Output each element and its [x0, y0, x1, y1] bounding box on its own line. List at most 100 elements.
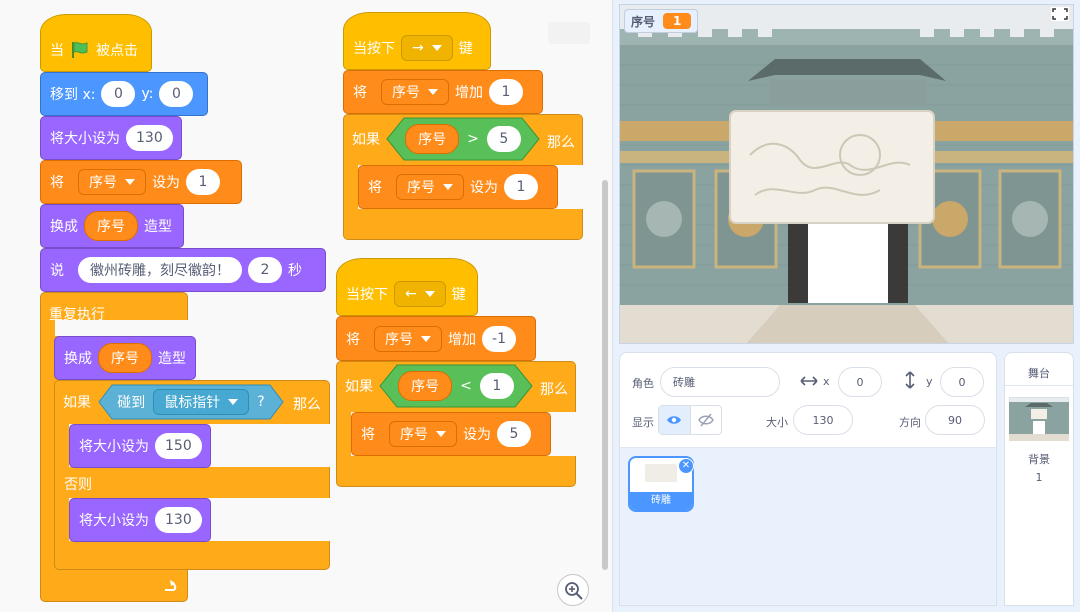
direction-field[interactable]: 90	[925, 405, 985, 435]
say-text-input[interactable]: 徽州砖雕，刻尽徽韵！	[78, 257, 242, 283]
value-input[interactable]: 1	[489, 79, 523, 105]
eye-slash-icon	[697, 413, 714, 427]
block-text: 如果	[345, 379, 373, 395]
vertical-scrollbar[interactable]	[602, 180, 608, 570]
variable-dropdown[interactable]: 序号	[381, 79, 449, 105]
variable-dropdown[interactable]: 序号	[396, 174, 464, 200]
y-input[interactable]: 0	[159, 81, 194, 107]
say-for-secs-block[interactable]: 说 徽州砖雕，刻尽徽韵！ 2 秒	[40, 248, 326, 292]
y-label: y	[926, 375, 933, 388]
block-text: 键	[458, 41, 473, 57]
show-label: 显示	[632, 416, 654, 429]
size-field[interactable]: 130	[793, 405, 853, 435]
dropdown-arrow-icon	[228, 399, 239, 405]
show-button[interactable]	[659, 406, 691, 434]
size-input[interactable]: 130	[126, 125, 173, 151]
operator-symbol: <	[460, 378, 472, 394]
y-field[interactable]: 0	[940, 367, 984, 397]
block-text: 移到 x:	[50, 87, 96, 103]
dropdown-arrow-icon	[443, 184, 453, 190]
code-area[interactable]: 当 被点击 移到 x: 0 y: 0 将大小设为 130 将 序号 设为 1 换…	[0, 0, 613, 612]
dropdown-text: 序号	[407, 180, 435, 196]
value-input[interactable]: 1	[479, 373, 514, 399]
backdrop-thumbnail[interactable]	[1009, 397, 1069, 441]
variable-reporter[interactable]: 序号	[98, 343, 152, 373]
value-input[interactable]: 1	[504, 174, 538, 200]
dropdown-arrow-icon	[436, 431, 446, 437]
key-dropdown[interactable]: ←	[394, 281, 446, 307]
less-than-content: 序号 < 1	[379, 364, 533, 408]
sprite-tile-name: 砖雕	[630, 492, 692, 510]
block-text: 将大小设为	[79, 513, 149, 529]
set-variable-block[interactable]: 将 序号 设为 1	[358, 165, 558, 209]
variable-reporter[interactable]: 序号	[84, 211, 138, 241]
zoom-in-button[interactable]	[557, 574, 589, 606]
inner-switch-costume-block[interactable]: 换成 序号 造型	[54, 336, 196, 380]
stage-canvas[interactable]: 序号 1	[619, 4, 1074, 344]
variable-dropdown[interactable]: 序号	[78, 169, 146, 195]
touch-target-dropdown[interactable]: 鼠标指针	[153, 389, 250, 415]
set-size-block[interactable]: 将大小设为 130	[40, 116, 182, 160]
switch-costume-block[interactable]: 换成 序号 造型	[40, 204, 184, 248]
block-text: 说	[50, 263, 64, 279]
size-input[interactable]: 130	[155, 507, 202, 533]
dropdown-text: 鼠标指针	[164, 395, 221, 411]
stage-selector-panel[interactable]: 舞台 背景 1	[1004, 352, 1074, 606]
block-text: 当	[50, 43, 64, 59]
block-text: 将	[361, 427, 375, 443]
block-text: 将	[346, 331, 360, 348]
block-text: 将大小设为	[79, 439, 149, 455]
block-text: 那么	[540, 382, 568, 398]
size-input[interactable]: 150	[155, 433, 202, 459]
sprite-properties: 角色 砖雕 x 0 y 0 显示 大小 130 方向 90	[620, 353, 996, 448]
block-text: 如果	[63, 395, 91, 411]
set-variable-block[interactable]: 将 序号 设为 1	[40, 160, 242, 204]
block-text: 设为	[152, 175, 180, 191]
when-left-key-pressed-block[interactable]: 当按下 ← 键	[336, 258, 478, 316]
forever-header[interactable]: 重复执行	[40, 292, 188, 336]
delete-sprite-icon[interactable]: ✕	[678, 458, 694, 474]
value-input[interactable]: 5	[486, 126, 521, 152]
variable-reporter[interactable]: 序号	[405, 124, 460, 154]
x-arrows-icon	[800, 376, 818, 386]
block-text: 当按下	[346, 287, 388, 303]
block-text: 设为	[470, 180, 498, 196]
change-variable-block[interactable]: 将 序号 增加 1	[343, 70, 543, 114]
when-flag-clicked-block[interactable]: 当 被点击	[40, 14, 152, 72]
variable-dropdown[interactable]: 序号	[374, 325, 442, 352]
seconds-input[interactable]: 2	[248, 257, 282, 283]
x-value: 0	[856, 375, 864, 389]
dropdown-arrow-icon	[428, 89, 438, 95]
set-size-130-block[interactable]: 将大小设为 130	[69, 498, 211, 542]
sprite-name-field[interactable]: 砖雕	[660, 367, 780, 397]
value-input[interactable]: 1	[186, 169, 220, 195]
goto-xy-block[interactable]: 移到 x: 0 y: 0	[40, 72, 208, 116]
when-right-key-pressed-block[interactable]: 当按下 → 键	[343, 12, 491, 70]
else-label: 否则	[64, 477, 92, 493]
value-input[interactable]: -1	[482, 325, 516, 352]
x-input[interactable]: 0	[101, 81, 136, 107]
dropdown-text: 序号	[400, 427, 428, 443]
set-size-150-block[interactable]: 将大小设为 150	[69, 424, 211, 468]
backdrop-label: 背景	[1028, 453, 1050, 466]
size-label: 大小	[766, 416, 788, 429]
greater-than-content: 序号 > 5	[386, 117, 540, 161]
block-text: 秒	[288, 263, 302, 279]
hide-button[interactable]	[691, 406, 722, 434]
set-variable-block[interactable]: 将 序号 设为 5	[351, 412, 551, 456]
fullscreen-icon[interactable]	[1051, 7, 1069, 21]
visibility-toggle	[658, 405, 722, 435]
x-field[interactable]: 0	[838, 367, 882, 397]
change-variable-block[interactable]: 将 序号 增加 -1	[336, 316, 536, 361]
value-input[interactable]: 5	[497, 421, 531, 447]
variable-monitor[interactable]: 序号 1	[624, 9, 699, 33]
variable-dropdown[interactable]: 序号	[389, 421, 457, 447]
block-text: 被点击	[96, 43, 138, 59]
variable-reporter[interactable]: 序号	[398, 371, 453, 401]
block-text: 将	[368, 180, 382, 196]
sprite-name-value: 砖雕	[673, 376, 695, 389]
dropdown-text: 序号	[392, 85, 420, 101]
sprite-list: 砖雕	[620, 448, 996, 605]
direction-label: 方向	[899, 416, 921, 429]
key-dropdown[interactable]: →	[401, 35, 453, 61]
